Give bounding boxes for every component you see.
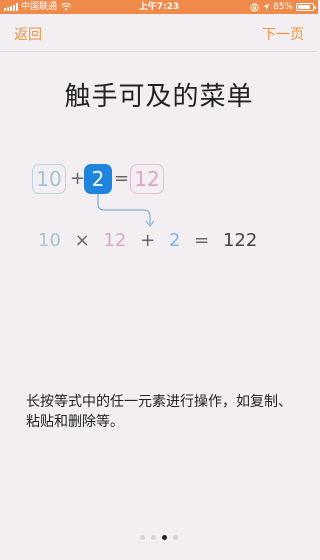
page-dot[interactable] [162, 535, 167, 540]
description-text: 长按等式中的任一元素进行操作，如复制、粘贴和删除等。 [26, 394, 292, 430]
page-dot[interactable] [151, 535, 156, 540]
page-dot[interactable] [140, 535, 145, 540]
expr-times[interactable]: × [75, 230, 90, 251]
expression-line: 10 × 12 + 2 = 122 [38, 230, 265, 251]
expr-c[interactable]: 2 [169, 230, 180, 251]
expr-b[interactable]: 12 [103, 230, 126, 251]
expr-plus[interactable]: + [140, 230, 155, 251]
expr-a[interactable]: 10 [38, 230, 61, 251]
page-dot[interactable] [173, 535, 178, 540]
page-indicator[interactable] [0, 535, 318, 540]
move-arrow-icon [97, 194, 155, 227]
expr-result[interactable]: 122 [223, 230, 257, 251]
expr-equals[interactable]: = [194, 230, 209, 251]
